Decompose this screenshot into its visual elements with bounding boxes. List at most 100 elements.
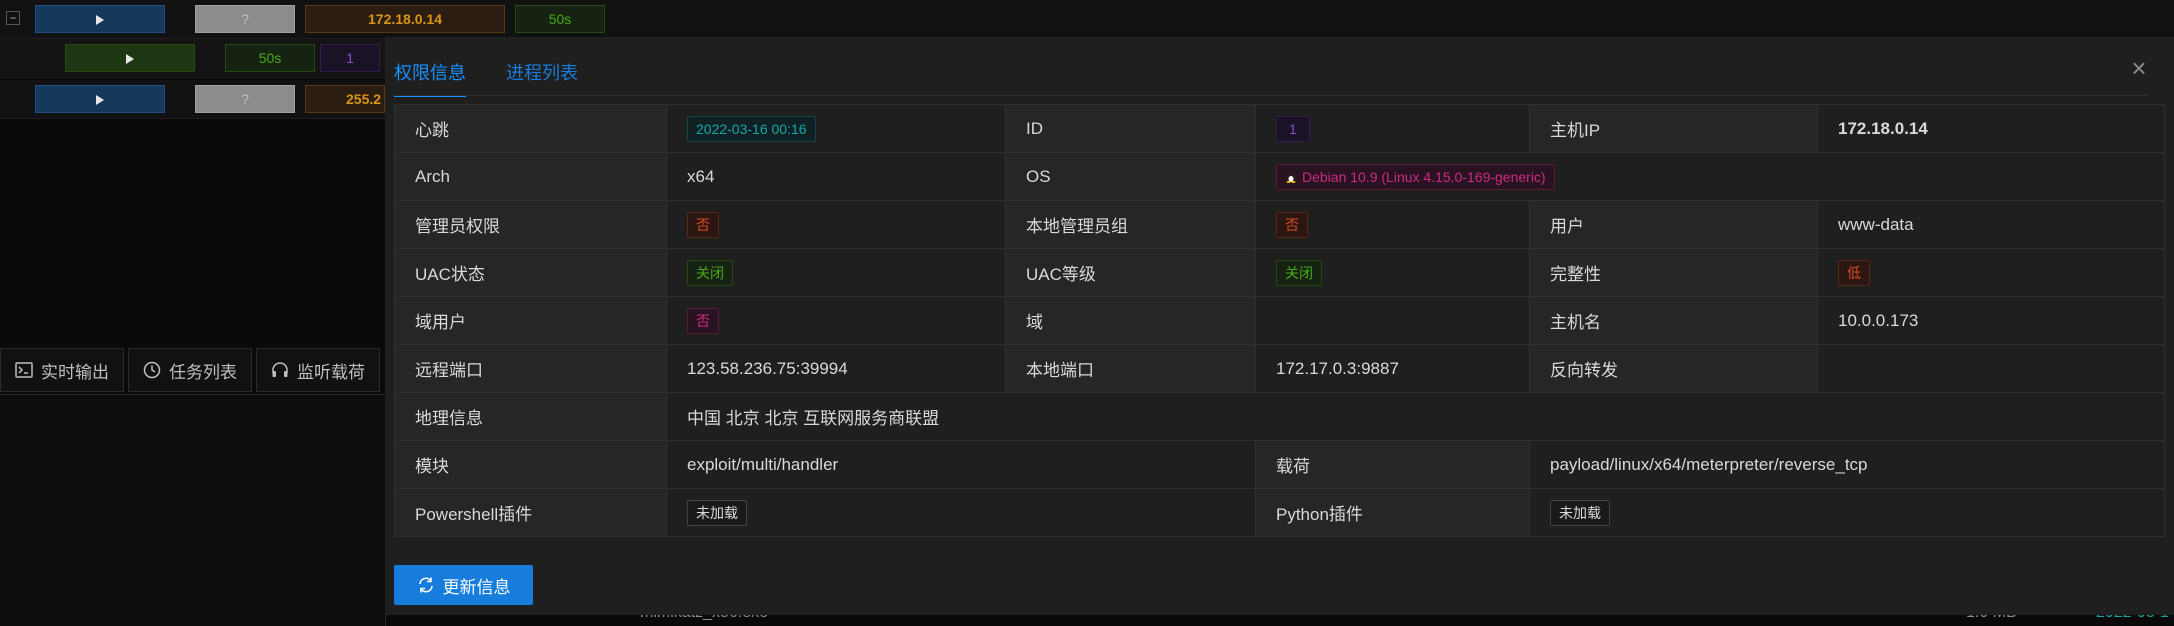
label-powershell-plugin: Powershell插件 (394, 488, 667, 537)
table-row: UAC状态 关闭 UAC等级 关闭 完整性 低 (394, 248, 2165, 297)
play-icon (126, 54, 134, 65)
os-badge: Debian 10.9 (Linux 4.15.0-169-generic) (1276, 163, 1555, 190)
tab-permission-info[interactable]: 权限信息 (394, 59, 466, 97)
tab-task-list[interactable]: 任务列表 (128, 348, 252, 392)
value-admin: 否 (666, 200, 1006, 249)
label-host-ip: 主机IP (1529, 104, 1818, 153)
label-domain-user: 域用户 (394, 296, 667, 345)
value-integrity: 低 (1817, 248, 2165, 297)
info-table: 心跳 2022-03-16 00:16 ID 1 主机IP 172.18.0.1… (394, 104, 2165, 537)
value-local-port: 172.17.0.3:9887 (1255, 344, 1530, 393)
label-remote-port: 远程端口 (394, 344, 667, 393)
label-reverse-forward: 反向转发 (1529, 344, 1818, 393)
label-local-admin-group: 本地管理员组 (1005, 200, 1256, 249)
play-icon (96, 95, 104, 106)
label-id: ID (1005, 104, 1256, 153)
value-module: exploit/multi/handler (666, 440, 1256, 489)
table-row: 管理员权限 否 本地管理员组 否 用户 www-data (394, 200, 2165, 249)
unknown-tag: ? (195, 85, 295, 113)
value-domain-user: 否 (666, 296, 1006, 345)
value-powershell-plugin: 未加载 (666, 488, 1256, 537)
tab-process-list[interactable]: 进程列表 (506, 59, 578, 97)
label-integrity: 完整性 (1529, 248, 1818, 297)
clock-icon (143, 361, 161, 379)
os-text: Debian 10.9 (Linux 4.15.0-169-generic) (1302, 168, 1546, 185)
label-admin: 管理员权限 (394, 200, 667, 249)
refresh-info-button[interactable]: 更新信息 (394, 565, 533, 605)
refresh-label: 更新信息 (442, 577, 511, 597)
terminal-icon (15, 362, 33, 378)
value-id: 1 (1255, 104, 1530, 153)
value-os: Debian 10.9 (Linux 4.15.0-169-generic) (1255, 152, 2165, 201)
table-row: 模块 exploit/multi/handler 载荷 payload/linu… (394, 440, 2165, 489)
label-uac-status: UAC状态 (394, 248, 667, 297)
close-icon[interactable]: × (2128, 55, 2150, 81)
tab-label: 任务列表 (169, 362, 237, 382)
run-button[interactable] (35, 85, 165, 113)
session-info-modal: 权限信息 进程列表 × 心跳 2022-03-16 00:16 ID 1 主机I… (385, 37, 2174, 615)
uac-level-badge: 关闭 (1276, 259, 1322, 286)
id-badge: 1 (1276, 115, 1310, 142)
admin-badge: 否 (687, 211, 719, 238)
run-button[interactable] (65, 44, 195, 72)
tab-label: 实时输出 (41, 362, 109, 382)
heartbeat-tag: 50s (225, 44, 315, 72)
host-ip-tag: 255.2 (305, 85, 385, 113)
table-row: 心跳 2022-03-16 00:16 ID 1 主机IP 172.18.0.1… (394, 104, 2165, 153)
value-local-admin-group: 否 (1255, 200, 1530, 249)
output-panel (0, 394, 386, 626)
value-python-plugin: 未加载 (1529, 488, 2165, 537)
label-hostname: 主机名 (1529, 296, 1818, 345)
modal-tabs: 权限信息 进程列表 (394, 59, 578, 97)
label-arch: Arch (394, 152, 667, 201)
unknown-tag: ? (195, 5, 295, 33)
local-admin-badge: 否 (1276, 211, 1308, 238)
label-heartbeat: 心跳 (394, 104, 667, 153)
heartbeat-badge: 2022-03-16 00:16 (687, 115, 816, 142)
bottom-tabs: 实时输出 任务列表 监听载荷 (0, 348, 380, 394)
uac-status-badge: 关闭 (687, 259, 733, 286)
label-local-port: 本地端口 (1005, 344, 1256, 393)
value-geo: 中国 北京 北京 互联网服务商联盟 (666, 392, 2165, 441)
host-ip-tag: 172.18.0.14 (305, 5, 505, 33)
label-geo: 地理信息 (394, 392, 667, 441)
tab-divider (394, 95, 2148, 96)
value-heartbeat: 2022-03-16 00:16 (666, 104, 1006, 153)
label-domain: 域 (1005, 296, 1256, 345)
play-icon (96, 15, 104, 26)
label-python-plugin: Python插件 (1255, 488, 1530, 537)
tab-listener-payload[interactable]: 监听载荷 (256, 348, 380, 392)
value-payload: payload/linux/x64/meterpreter/reverse_tc… (1529, 440, 2165, 489)
label-user: 用户 (1529, 200, 1818, 249)
label-os: OS (1005, 152, 1256, 201)
linux-icon (1286, 173, 1296, 183)
heartbeat-tag: 50s (515, 5, 605, 33)
headphones-icon (272, 362, 288, 377)
value-host-ip: 172.18.0.14 (1817, 104, 2165, 153)
label-uac-level: UAC等级 (1005, 248, 1256, 297)
value-remote-port: 123.58.236.75:39994 (666, 344, 1006, 393)
label-payload: 载荷 (1255, 440, 1530, 489)
value-user: www-data (1817, 200, 2165, 249)
run-button[interactable] (35, 5, 165, 33)
python-plugin-badge: 未加载 (1550, 499, 1610, 526)
value-arch: x64 (666, 152, 1006, 201)
tab-realtime-output[interactable]: 实时输出 (0, 348, 124, 392)
table-row: 地理信息 中国 北京 北京 互联网服务商联盟 (394, 392, 2165, 441)
value-domain (1255, 296, 1530, 345)
id-tag: 1 (320, 44, 380, 72)
table-row: Arch x64 OS Debian 10.9 (Linux 4.15.0-16… (394, 152, 2165, 201)
collapse-icon[interactable]: − (6, 11, 20, 25)
sync-icon (418, 577, 433, 593)
value-uac-status: 关闭 (666, 248, 1006, 297)
table-row: 域用户 否 域 主机名 10.0.0.173 (394, 296, 2165, 345)
tab-label: 监听载荷 (297, 362, 365, 382)
integrity-badge: 低 (1838, 259, 1870, 286)
session-row[interactable]: − ? 172.18.0.14 50s (0, 0, 2174, 39)
value-hostname: 10.0.0.173 (1817, 296, 2165, 345)
table-row: 远程端口 123.58.236.75:39994 本地端口 172.17.0.3… (394, 344, 2165, 393)
label-module: 模块 (394, 440, 667, 489)
domain-user-badge: 否 (687, 307, 719, 334)
value-reverse-forward (1817, 344, 2165, 393)
table-row: Powershell插件 未加载 Python插件 未加载 (394, 488, 2165, 537)
